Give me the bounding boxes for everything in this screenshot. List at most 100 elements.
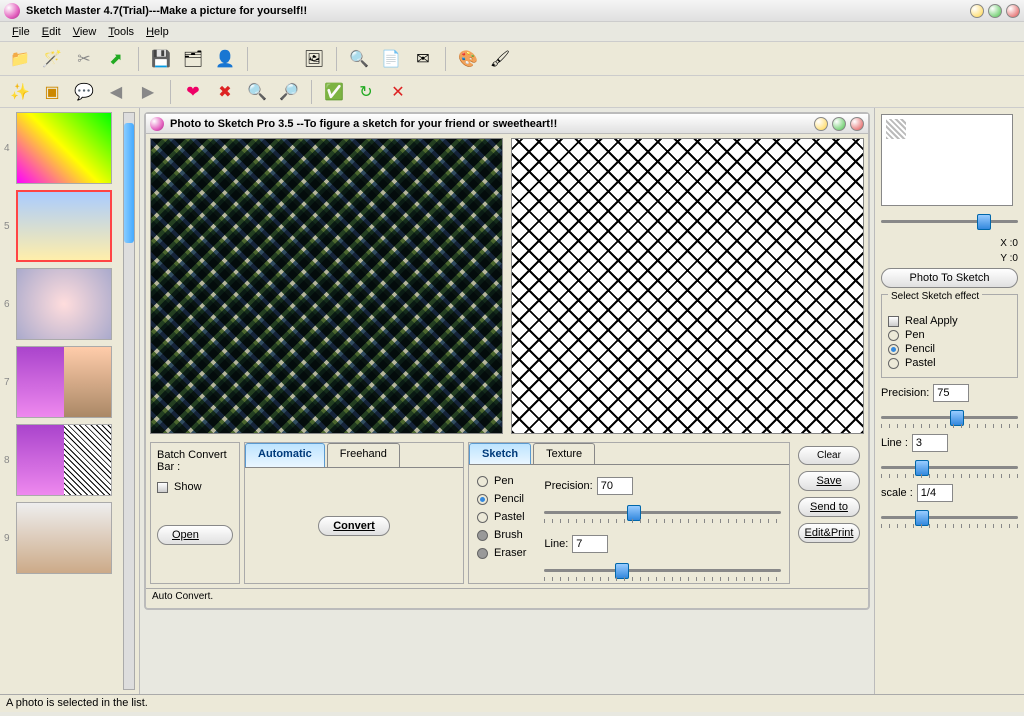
tool-pen-radio[interactable]: Pen [477, 475, 526, 487]
right-precision-input[interactable] [933, 384, 969, 402]
tool-brush-radio[interactable]: Brush [477, 529, 526, 541]
thumbnail-item[interactable]: 7 [4, 346, 119, 418]
menubar: File Edit View Tools Help [0, 22, 1024, 42]
right-scale-slider[interactable] [881, 508, 1018, 528]
person-icon[interactable]: 👤 [211, 45, 239, 73]
tab-automatic[interactable]: Automatic [245, 443, 325, 467]
brushes-icon[interactable]: 🖌 [486, 45, 514, 73]
sub-close-button[interactable] [850, 117, 864, 131]
batch-show-checkbox[interactable]: Show [157, 481, 233, 493]
minimize-button[interactable] [970, 4, 984, 18]
line-slider[interactable] [544, 561, 781, 581]
subwindow-logo-icon [150, 117, 164, 131]
arrow-right-icon[interactable]: ▶ [134, 78, 162, 106]
titlebar: Sketch Master 4.7(Trial)---Make a pictur… [0, 0, 1024, 22]
right-line-input[interactable] [912, 434, 948, 452]
tool-pastel-radio[interactable]: Pastel [477, 511, 526, 523]
export-icon[interactable]: ⬈ [102, 45, 130, 73]
palette-icon[interactable]: 🎨 [454, 45, 482, 73]
tab-texture[interactable]: Texture [533, 443, 595, 464]
save-multi-icon[interactable]: 🗂 [179, 45, 207, 73]
right-precision-label: Precision: [881, 387, 929, 399]
mini-preview [881, 114, 1013, 206]
real-apply-checkbox[interactable]: Real Apply [888, 315, 1011, 327]
cancel-x-icon[interactable]: ✕ [384, 78, 412, 106]
zoom-minus-icon[interactable]: 🔎 [275, 78, 303, 106]
mini-pattern-icon [886, 119, 906, 139]
wand-icon[interactable]: ✨ [6, 78, 34, 106]
menu-file[interactable]: File [6, 24, 36, 40]
precision-slider[interactable] [544, 503, 781, 523]
effect-legend: Select Sketch effect [888, 291, 982, 302]
scrollbar-handle[interactable] [124, 123, 134, 243]
subwindow-title: Photo to Sketch Pro 3.5 --To figure a sk… [170, 118, 814, 130]
controls-row: Batch Convert Bar : Show Open Automatic … [146, 438, 868, 588]
thumbnail-item[interactable]: 6 [4, 268, 119, 340]
thumbnail-scrollbar[interactable] [123, 112, 135, 690]
mail-icon[interactable]: ✉ [409, 45, 437, 73]
sub-minimize-button[interactable] [814, 117, 828, 131]
precision-input[interactable] [597, 477, 633, 495]
coord-y: Y :0 [881, 253, 1018, 264]
effect-pencil-radio[interactable]: Pencil [888, 343, 1011, 355]
app-logo-icon [4, 3, 20, 19]
menu-tools[interactable]: Tools [102, 24, 140, 40]
thumbnail-item[interactable]: 5 [4, 190, 119, 262]
tool-eraser-radio[interactable]: Eraser [477, 547, 526, 559]
separator [445, 47, 446, 71]
thumbnail-item[interactable]: 9 [4, 502, 119, 574]
photo-to-sketch-window: Photo to Sketch Pro 3.5 --To figure a sk… [144, 112, 870, 610]
heart-icon[interactable]: ❤ [179, 78, 207, 106]
close-button[interactable] [1006, 4, 1020, 18]
convert-tab-panel: Automatic Freehand Convert [244, 442, 464, 584]
separator [311, 80, 312, 104]
editprint-button[interactable]: Edit&Print [798, 523, 860, 543]
check-page-icon[interactable]: ✅ [320, 78, 348, 106]
right-scale-input[interactable] [917, 484, 953, 502]
right-panel: X :0 Y :0 Photo To Sketch Select Sketch … [874, 108, 1024, 694]
right-scale-label: scale : [881, 487, 913, 499]
effect-pastel-radio[interactable]: Pastel [888, 357, 1011, 369]
menu-edit[interactable]: Edit [36, 24, 67, 40]
coord-x: X :0 [881, 238, 1018, 249]
tab-freehand[interactable]: Freehand [327, 443, 400, 467]
arrow-left-icon[interactable]: ◀ [102, 78, 130, 106]
line-input[interactable] [572, 535, 608, 553]
window-controls [970, 4, 1020, 18]
zoom-plus-icon[interactable]: 🔍 [243, 78, 271, 106]
sub-maximize-button[interactable] [832, 117, 846, 131]
picture-icon[interactable]: ▣ [38, 78, 66, 106]
thumbnail-item[interactable]: 4 [4, 112, 119, 184]
separator [336, 47, 337, 71]
thumbnail-item[interactable]: 8 [4, 424, 119, 496]
photo-icon[interactable]: 🖼 [300, 45, 328, 73]
photo-to-sketch-button[interactable]: Photo To Sketch [881, 268, 1018, 288]
comment-icon[interactable]: 💬 [70, 78, 98, 106]
open-folder-icon[interactable]: 📁 [6, 45, 34, 73]
right-line-slider[interactable] [881, 458, 1018, 478]
sketch-result-preview [511, 138, 864, 434]
tool-tab-panel: Sketch Texture Pen Pencil Pastel Brush E… [468, 442, 790, 584]
menu-help[interactable]: Help [140, 24, 175, 40]
right-precision-slider[interactable] [881, 408, 1018, 428]
save-button[interactable]: Save [798, 471, 860, 491]
menu-view[interactable]: View [67, 24, 103, 40]
position-slider[interactable] [881, 212, 1018, 232]
effect-pen-radio[interactable]: Pen [888, 329, 1011, 341]
page-icon[interactable]: 📄 [377, 45, 405, 73]
batch-open-button[interactable]: Open [157, 525, 233, 545]
delete-x-icon[interactable]: ✖ [211, 78, 239, 106]
save-icon[interactable]: 💾 [147, 45, 175, 73]
tool-pencil-radio[interactable]: Pencil [477, 493, 526, 505]
convert-button[interactable]: Convert [318, 516, 390, 536]
tab-sketch[interactable]: Sketch [469, 443, 531, 464]
refresh-icon[interactable]: ↻ [352, 78, 380, 106]
scissors-icon[interactable]: ✂ [70, 45, 98, 73]
wizard-icon[interactable]: 🪄 [38, 45, 66, 73]
separator [170, 80, 171, 104]
zoom-icon[interactable]: 🔍 [345, 45, 373, 73]
clear-button[interactable]: Clear [798, 446, 860, 465]
sendto-button[interactable]: Send to [798, 497, 860, 517]
maximize-button[interactable] [988, 4, 1002, 18]
main-area: 4 5 6 7 8 9 Photo to Sketch Pro 3.5 --To… [0, 108, 1024, 694]
